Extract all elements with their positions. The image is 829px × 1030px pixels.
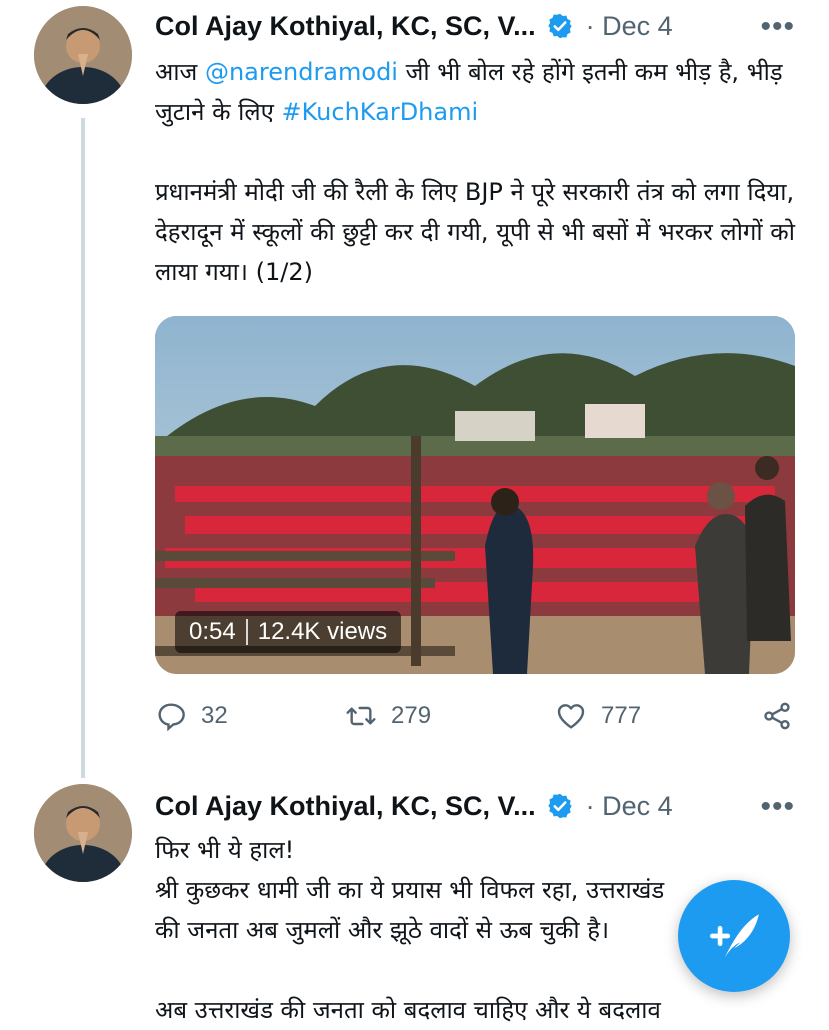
tweet-date[interactable]: · Dec 4	[586, 11, 673, 42]
like-button[interactable]: 777	[555, 700, 641, 732]
share-icon	[764, 702, 790, 730]
verified-badge-icon	[547, 793, 572, 819]
tweet-actions: 32 279 777	[155, 700, 795, 744]
author-name[interactable]: Col Ajay Kothiyal, KC, SC, V...	[155, 791, 536, 822]
thread-line	[81, 118, 85, 778]
retweet-icon	[346, 706, 376, 726]
share-button[interactable]	[761, 700, 793, 732]
retweet-button[interactable]: 279	[345, 700, 431, 732]
tweet-line: फिर भी ये हाल!	[155, 836, 295, 864]
retweet-count: 279	[391, 702, 432, 729]
video-duration: 0:54	[189, 618, 236, 645]
avatar[interactable]	[34, 6, 132, 104]
hashtag-link[interactable]: #KuchKarDhami	[282, 98, 479, 126]
video-stats-overlay: 0:54 12.4K views	[175, 611, 402, 653]
compose-tweet-button[interactable]	[678, 880, 790, 992]
avatar[interactable]	[34, 784, 132, 882]
more-options-icon[interactable]: •••	[760, 790, 795, 824]
tweet-header: Col Ajay Kothiyal, KC, SC, V... · Dec 4 …	[155, 786, 795, 826]
tweet-text-segment: आज	[155, 58, 205, 86]
reply-button[interactable]: 32	[155, 700, 228, 732]
author-name[interactable]: Col Ajay Kothiyal, KC, SC, V...	[155, 11, 536, 42]
like-count: 777	[601, 702, 642, 729]
tweet-header: Col Ajay Kothiyal, KC, SC, V... · Dec 4 …	[155, 6, 795, 46]
mention-link[interactable]: @narendramodi	[205, 58, 398, 86]
tweet-date[interactable]: · Dec 4	[586, 791, 673, 822]
verified-badge-icon	[547, 13, 572, 39]
reply-icon	[158, 703, 185, 732]
divider	[245, 619, 248, 645]
tweet-line: अब उत्तराखंड की जनता को बदलाव चाहिए और य…	[155, 996, 661, 1024]
video-views: 12.4K views	[257, 618, 388, 645]
reply-count: 32	[201, 702, 228, 729]
tweet-text: आज @narendramodi जी भी बोल रहे होंगे इतन…	[155, 52, 795, 292]
more-options-icon[interactable]: •••	[760, 10, 795, 44]
video-player[interactable]: 0:54 12.4K views	[155, 316, 795, 674]
heart-icon	[557, 704, 585, 729]
compose-tweet-icon	[709, 914, 759, 958]
tweet-paragraph: प्रधानमंत्री मोदी जी की रैली के लिए BJP …	[155, 178, 795, 286]
